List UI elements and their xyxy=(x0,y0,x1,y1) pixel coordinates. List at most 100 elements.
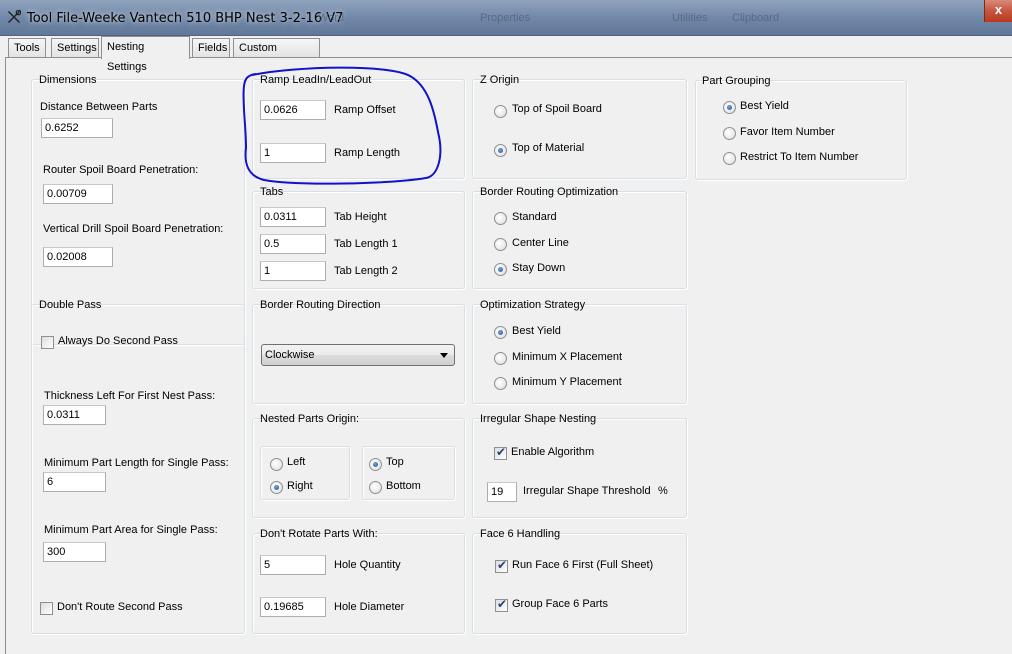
part-grouping-radio-restrict-item[interactable] xyxy=(723,152,736,165)
nested-origin-title: Nested Parts Origin: xyxy=(260,413,360,425)
router-penetration-input[interactable]: 0.00709 xyxy=(43,184,113,204)
distance-between-parts-label: Distance Between Parts xyxy=(40,101,158,113)
hole-quantity-input[interactable]: 5 xyxy=(260,555,326,575)
min-part-area-label: Minimum Part Area for Single Pass: xyxy=(44,524,218,536)
ramp-offset-input[interactable]: 0.0626 xyxy=(260,100,326,120)
close-icon: x xyxy=(994,2,1003,17)
router-penetration-label: Router Spoil Board Penetration: xyxy=(43,164,199,176)
z-origin-title: Z Origin xyxy=(480,74,520,86)
hole-quantity-label: Hole Quantity xyxy=(334,559,401,571)
z-origin-radio-material[interactable] xyxy=(494,144,507,157)
ramp-length-label: Ramp Length xyxy=(334,147,401,159)
z-origin-group xyxy=(472,79,687,179)
border-opt-radio-stay-down[interactable] xyxy=(494,263,507,276)
opt-strategy-option-best-yield[interactable]: Best Yield xyxy=(512,325,561,337)
face6-title: Face 6 Handling xyxy=(480,528,561,540)
border-optimization-title: Border Routing Optimization xyxy=(480,186,619,198)
tab-fields[interactable]: Fields xyxy=(192,38,230,58)
run-face6-first-label[interactable]: Run Face 6 First (Full Sheet) xyxy=(512,559,653,571)
z-origin-radio-spoil-board[interactable] xyxy=(494,105,507,118)
dont-route-second-pass-checkbox[interactable] xyxy=(40,602,53,615)
face6-group xyxy=(472,533,687,634)
part-grouping-radio-best-yield[interactable] xyxy=(723,101,736,114)
tab-strip: Tools Settings Nesting Settings Fields C… xyxy=(0,36,1012,73)
distance-between-parts-input[interactable]: 0.6252 xyxy=(41,118,113,138)
min-part-area-input[interactable]: 300 xyxy=(43,542,106,562)
opt-strategy-radio-min-x[interactable] xyxy=(494,352,507,365)
enable-algorithm-label[interactable]: Enable Algorithm xyxy=(511,446,594,458)
ramp-offset-label: Ramp Offset xyxy=(334,104,396,116)
part-grouping-title: Part Grouping xyxy=(702,75,771,87)
double-pass-title: Double Pass xyxy=(39,299,102,311)
irregular-nesting-group xyxy=(472,418,687,518)
ramp-length-input[interactable]: 1 xyxy=(260,143,326,163)
double-pass-group xyxy=(31,304,245,634)
enable-algorithm-checkbox[interactable] xyxy=(494,445,507,460)
opt-strategy-radio-min-y[interactable] xyxy=(494,377,507,390)
border-opt-option-standard[interactable]: Standard xyxy=(512,211,557,223)
part-grouping-option-favor-item[interactable]: Favor Item Number xyxy=(740,126,835,138)
always-second-pass-checkbox[interactable] xyxy=(41,336,54,349)
thickness-left-label: Thickness Left For First Nest Pass: xyxy=(44,390,216,402)
tab-nesting-settings[interactable]: Nesting Settings xyxy=(101,36,190,73)
ramp-group xyxy=(252,79,465,179)
hole-diameter-input[interactable]: 0.19685 xyxy=(260,597,326,617)
z-origin-option-material[interactable]: Top of Material xyxy=(512,142,584,154)
group-face6-parts-label[interactable]: Group Face 6 Parts xyxy=(512,598,608,610)
border-direction-dropdown[interactable]: Clockwise xyxy=(261,344,455,366)
thickness-left-input[interactable]: 0.0311 xyxy=(43,405,106,425)
ghost-menu-utilities: Utilities xyxy=(672,12,708,24)
opt-strategy-option-min-y[interactable]: Minimum Y Placement xyxy=(512,376,622,388)
ghost-menu-properties: Properties xyxy=(480,12,531,24)
title-bar: Tool File-Weeke Vantech 510 BHP Nest 3-2… xyxy=(0,0,1012,36)
tab-settings[interactable]: Settings xyxy=(51,38,99,58)
border-opt-radio-standard[interactable] xyxy=(494,212,507,225)
border-opt-option-center-line[interactable]: Center Line xyxy=(512,237,569,249)
tab-tools[interactable]: Tools xyxy=(8,38,46,58)
irregular-threshold-input[interactable]: 19 xyxy=(487,482,517,502)
border-opt-radio-center-line[interactable] xyxy=(494,238,507,251)
border-opt-option-stay-down[interactable]: Stay Down xyxy=(512,262,565,274)
part-grouping-radio-favor-item[interactable] xyxy=(723,127,736,140)
tab-length-1-input[interactable]: 0.5 xyxy=(260,234,326,254)
nested-origin-radio-top[interactable] xyxy=(369,458,382,471)
nested-origin-option-right[interactable]: Right xyxy=(287,480,313,492)
nesting-settings-panel: Dimensions Distance Between Parts 0.6252… xyxy=(5,57,1012,654)
nested-origin-option-top[interactable]: Top xyxy=(386,456,404,468)
border-direction-value: Clockwise xyxy=(265,349,315,361)
part-grouping-option-restrict-item[interactable]: Restrict To Item Number xyxy=(740,151,858,163)
optimization-strategy-title: Optimization Strategy xyxy=(480,299,586,311)
min-part-length-input[interactable]: 6 xyxy=(43,472,106,492)
nested-origin-option-left[interactable]: Left xyxy=(287,456,305,468)
tab-length-1-label: Tab Length 1 xyxy=(334,238,398,250)
group-face6-parts-checkbox[interactable] xyxy=(495,597,508,612)
nested-origin-radio-left[interactable] xyxy=(270,458,283,471)
nested-origin-radio-right[interactable] xyxy=(270,481,283,494)
always-second-pass-label[interactable]: Always Do Second Pass xyxy=(58,335,178,347)
dimensions-title: Dimensions xyxy=(39,74,97,86)
tab-length-2-label: Tab Length 2 xyxy=(334,265,398,277)
nested-origin-option-bottom[interactable]: Bottom xyxy=(386,480,421,492)
opt-strategy-radio-best-yield[interactable] xyxy=(494,326,507,339)
tab-custom-settings[interactable]: Custom Settings xyxy=(233,38,320,72)
vertical-drill-penetration-input[interactable]: 0.02008 xyxy=(43,247,113,267)
nested-origin-radio-bottom[interactable] xyxy=(369,481,382,494)
ghost-menu-word: Word xyxy=(318,12,345,24)
dont-rotate-title: Don't Rotate Parts With: xyxy=(260,528,378,540)
ramp-title: Ramp LeadIn/LeadOut xyxy=(260,74,372,86)
z-origin-option-spoil-board[interactable]: Top of Spoil Board xyxy=(512,103,602,115)
tab-height-input[interactable]: 0.0311 xyxy=(260,207,326,227)
dont-route-second-pass-label[interactable]: Don't Route Second Pass xyxy=(57,601,183,613)
dont-rotate-group xyxy=(252,533,465,634)
close-button[interactable]: x xyxy=(984,0,1012,22)
tools-icon xyxy=(8,10,21,23)
run-face6-first-checkbox[interactable] xyxy=(495,558,508,573)
tab-length-2-input[interactable]: 1 xyxy=(260,261,326,281)
border-direction-title: Border Routing Direction xyxy=(260,299,381,311)
part-grouping-option-best-yield[interactable]: Best Yield xyxy=(740,100,789,112)
opt-strategy-option-min-x[interactable]: Minimum X Placement xyxy=(512,351,622,363)
tab-height-label: Tab Height xyxy=(334,211,387,223)
ghost-menu-clipboard: Clipboard xyxy=(732,12,780,24)
vertical-drill-penetration-label: Vertical Drill Spoil Board Penetration: xyxy=(43,223,224,235)
min-part-length-label: Minimum Part Length for Single Pass: xyxy=(44,457,229,469)
